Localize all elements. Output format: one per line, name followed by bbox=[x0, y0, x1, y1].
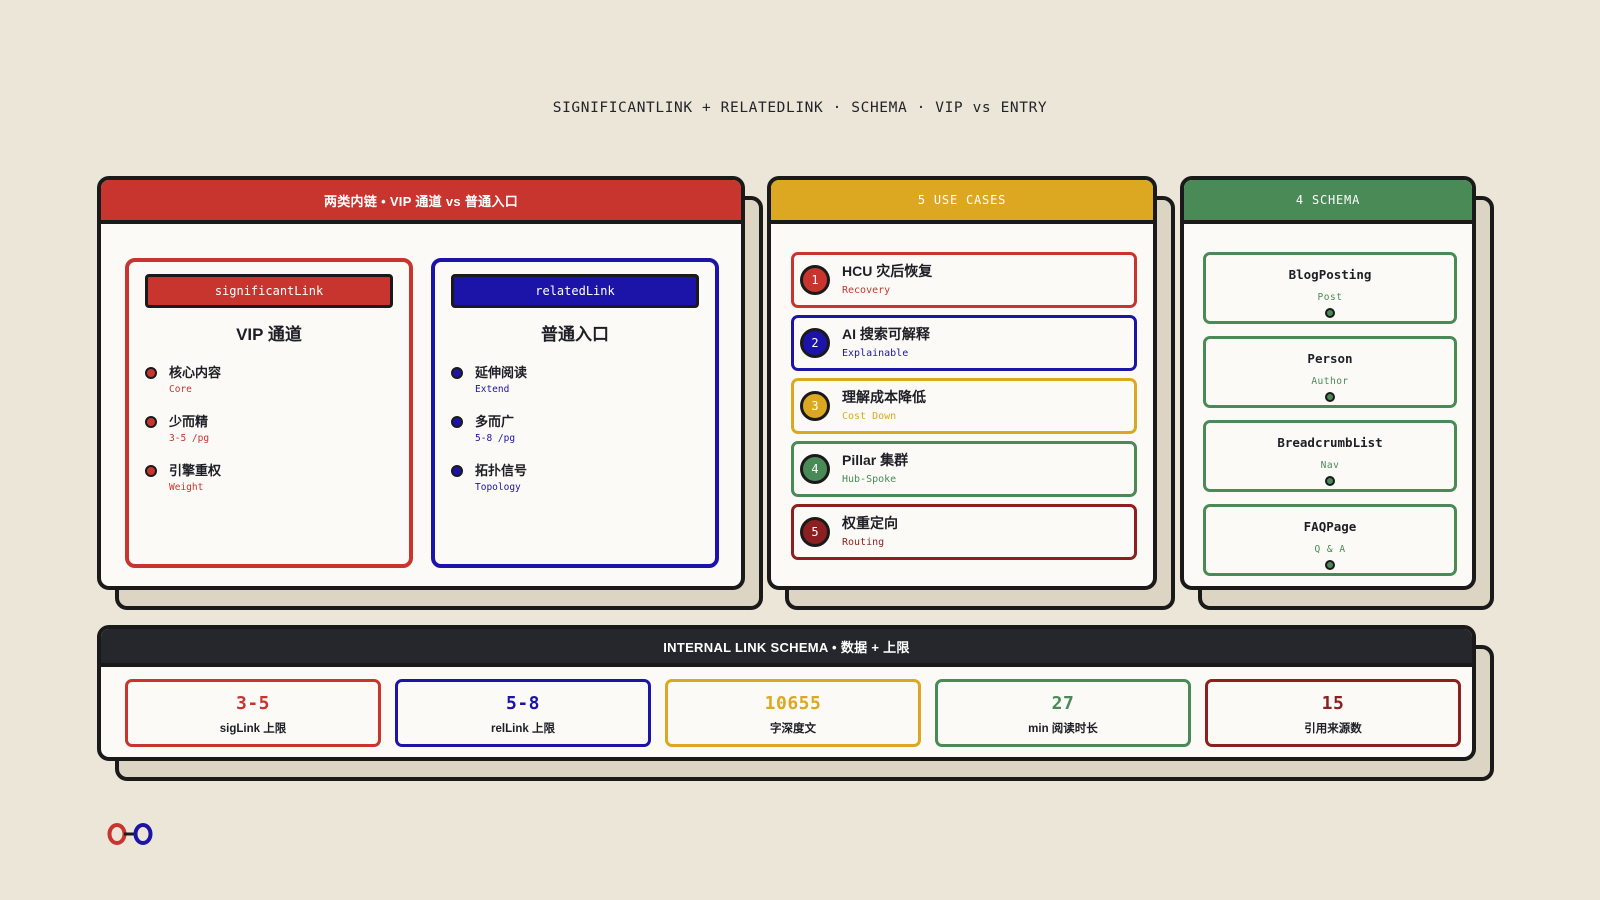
item-subtitle: Weight bbox=[169, 482, 204, 493]
number-badge: 4 bbox=[800, 454, 830, 484]
item-subtitle: 5-8 /pg bbox=[475, 433, 516, 444]
schema-title: BlogPosting bbox=[1288, 267, 1372, 282]
related-link-title: 普通入口 bbox=[541, 325, 609, 344]
bullet-icon bbox=[451, 416, 463, 428]
item-subtitle: 3-5 /pg bbox=[169, 433, 210, 444]
number-badge: 1 bbox=[800, 265, 830, 295]
stat-label: min 阅读时长 bbox=[1028, 723, 1098, 735]
list-item: 拓扑信号 Topology bbox=[451, 460, 715, 493]
stat-card: 3-5 sigLink 上限 bbox=[125, 679, 381, 747]
stat-value: 15 bbox=[1321, 693, 1345, 714]
link-types-panel: 两类内链 • VIP 通道 vs 普通入口 significantLink VI… bbox=[97, 176, 763, 610]
use-cases-panel: 5 USE CASES 1 HCU 灾后恢复 Recovery 2 AI 搜索可… bbox=[767, 176, 1175, 610]
schema-item: BreadcrumbList Nav bbox=[1203, 420, 1457, 492]
stat-card: 10655 字深度文 bbox=[665, 679, 921, 747]
item-title: 拓扑信号 bbox=[475, 463, 528, 478]
schema-item: BlogPosting Post bbox=[1203, 252, 1457, 324]
number-badge: 3 bbox=[800, 391, 830, 421]
use-case-item: 4 Pillar 集群 Hub-Spoke bbox=[791, 441, 1137, 497]
bullet-icon bbox=[451, 465, 463, 477]
schema-item: Person Author bbox=[1203, 336, 1457, 408]
use-case-subtitle: Explainable bbox=[842, 348, 909, 359]
use-case-title: Pillar 集群 bbox=[842, 452, 909, 468]
item-title: 核心内容 bbox=[169, 365, 222, 380]
panel-body: INTERNAL LINK SCHEMA • 数据 + 上限 3-5 sigLi… bbox=[97, 625, 1476, 761]
bullet-icon bbox=[451, 367, 463, 379]
use-cases-header: 5 USE CASES bbox=[771, 180, 1153, 224]
item-subtitle: Extend bbox=[475, 384, 510, 395]
number-badge: 2 bbox=[800, 328, 830, 358]
schema-item: FAQPage Q & A bbox=[1203, 504, 1457, 576]
schema-subtitle: Author bbox=[1311, 376, 1349, 387]
stat-card: 5-8 relLink 上限 bbox=[395, 679, 651, 747]
item-title: 延伸阅读 bbox=[475, 365, 528, 380]
stat-card: 15 引用来源数 bbox=[1205, 679, 1461, 747]
bullet-icon bbox=[145, 465, 157, 477]
stat-label: sigLink 上限 bbox=[219, 723, 287, 735]
use-case-item: 5 权重定向 Routing bbox=[791, 504, 1137, 560]
list-item: 延伸阅读 Extend bbox=[451, 362, 715, 395]
stats-panel: INTERNAL LINK SCHEMA • 数据 + 上限 3-5 sigLi… bbox=[97, 625, 1494, 781]
significant-link-title: VIP 通道 bbox=[236, 325, 302, 344]
stat-value: 10655 bbox=[764, 693, 822, 714]
related-link-tag: relatedLink bbox=[451, 274, 699, 308]
item-title: 少而精 bbox=[169, 414, 209, 429]
stat-label: 引用来源数 bbox=[1304, 723, 1362, 735]
significant-link-tag: significantLink bbox=[145, 274, 393, 308]
stats-header: INTERNAL LINK SCHEMA • 数据 + 上限 bbox=[101, 629, 1472, 667]
item-subtitle: Topology bbox=[475, 482, 521, 493]
schema-subtitle: Nav bbox=[1320, 460, 1340, 471]
schema-subtitle: Post bbox=[1317, 292, 1343, 303]
bullet-icon bbox=[145, 416, 157, 428]
connector-dot-icon bbox=[1325, 308, 1335, 318]
use-case-subtitle: Hub-Spoke bbox=[842, 474, 897, 485]
list-item: 少而精 3-5 /pg bbox=[145, 411, 409, 444]
use-case-subtitle: Cost Down bbox=[842, 411, 897, 422]
link-types-header: 两类内链 • VIP 通道 vs 普通入口 bbox=[101, 180, 741, 224]
stat-label: 字深度文 bbox=[770, 723, 816, 735]
schema-subtitle: Q & A bbox=[1314, 544, 1346, 555]
schema-panel: 4 SCHEMA BlogPosting Post Person Author … bbox=[1180, 176, 1494, 610]
significant-link-card: significantLink VIP 通道 核心内容 Core 少而精 3-5… bbox=[125, 258, 413, 568]
stat-card: 27 min 阅读时长 bbox=[935, 679, 1191, 747]
schema-title: FAQPage bbox=[1303, 519, 1357, 534]
list-item: 引擎重权 Weight bbox=[145, 460, 409, 493]
item-title: 多而广 bbox=[475, 414, 515, 429]
number-badge: 5 bbox=[800, 517, 830, 547]
list-item: 核心内容 Core bbox=[145, 362, 409, 395]
panel-body: 两类内链 • VIP 通道 vs 普通入口 significantLink VI… bbox=[97, 176, 745, 590]
connector-dot-icon bbox=[1325, 560, 1335, 570]
schema-header: 4 SCHEMA bbox=[1184, 180, 1472, 224]
use-case-item: 1 HCU 灾后恢复 Recovery bbox=[791, 252, 1137, 308]
page-title: SIGNIFICANTLINK + RELATEDLINK · SCHEMA ·… bbox=[552, 100, 1048, 116]
use-case-title: 权重定向 bbox=[842, 515, 898, 531]
logo-icon bbox=[107, 823, 153, 845]
use-case-item: 2 AI 搜索可解释 Explainable bbox=[791, 315, 1137, 371]
use-case-item: 3 理解成本降低 Cost Down bbox=[791, 378, 1137, 434]
panel-body: 4 SCHEMA BlogPosting Post Person Author … bbox=[1180, 176, 1476, 590]
stat-label: relLink 上限 bbox=[491, 723, 555, 735]
connector-dot-icon bbox=[1325, 476, 1335, 486]
schema-title: BreadcrumbList bbox=[1277, 435, 1383, 450]
use-case-subtitle: Routing bbox=[842, 537, 885, 548]
item-subtitle: Core bbox=[169, 384, 192, 395]
stat-value: 3-5 bbox=[235, 693, 270, 714]
list-item: 多而广 5-8 /pg bbox=[451, 411, 715, 444]
related-link-card: relatedLink 普通入口 延伸阅读 Extend 多而广 5-8 /pg… bbox=[431, 258, 719, 568]
connector-dot-icon bbox=[1325, 392, 1335, 402]
bullet-icon bbox=[145, 367, 157, 379]
use-case-subtitle: Recovery bbox=[842, 285, 891, 296]
stat-value: 5-8 bbox=[505, 693, 540, 714]
use-case-title: 理解成本降低 bbox=[842, 389, 926, 405]
schema-title: Person bbox=[1307, 351, 1353, 366]
stat-value: 27 bbox=[1051, 693, 1075, 714]
use-case-title: HCU 灾后恢复 bbox=[842, 263, 933, 279]
panel-body: 5 USE CASES 1 HCU 灾后恢复 Recovery 2 AI 搜索可… bbox=[767, 176, 1157, 590]
item-title: 引擎重权 bbox=[169, 463, 222, 478]
use-case-title: AI 搜索可解释 bbox=[842, 326, 930, 342]
